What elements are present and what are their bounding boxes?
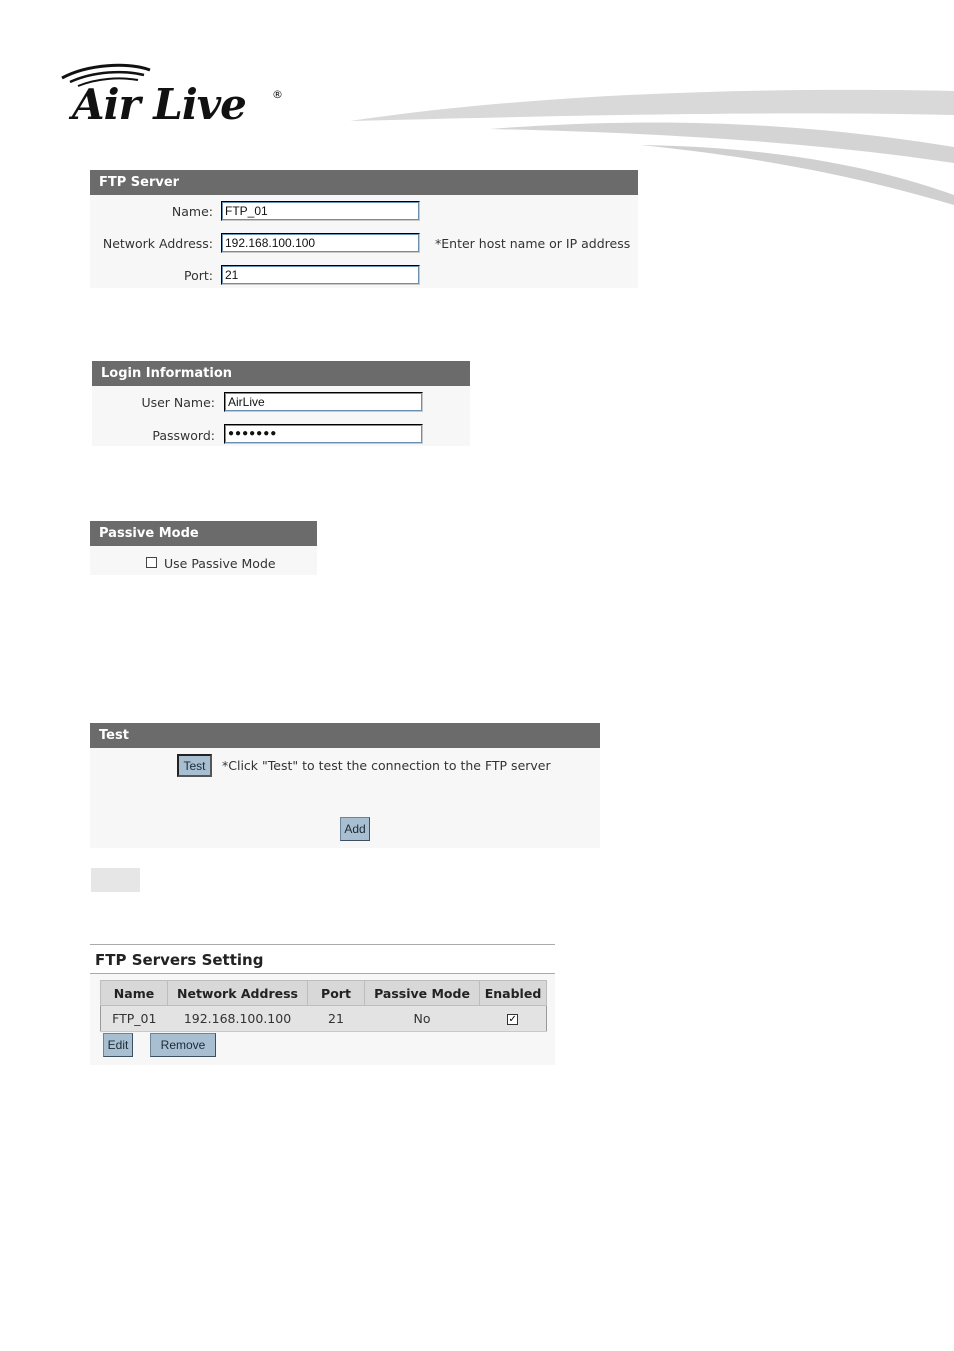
remove-button[interactable]: Remove (150, 1033, 216, 1057)
passive-mode-title: Passive Mode (90, 521, 317, 546)
network-address-hint: *Enter host name or IP address (435, 236, 631, 251)
ftp-server-panel: FTP Server Name: FTP_01 Network Address:… (90, 170, 638, 288)
row-network-address: 192.168.100.100 (167, 1005, 308, 1032)
add-button[interactable]: Add (340, 817, 370, 841)
user-name-input[interactable]: AirLive (224, 392, 423, 412)
table-row[interactable]: FTP_01 192.168.100.100 21 No ✓ (100, 1005, 547, 1032)
login-information-panel: Login Information User Name: AirLive Pas… (92, 361, 470, 446)
test-hint: *Click "Test" to test the connection to … (222, 758, 551, 773)
column-header-port: Port (307, 980, 365, 1006)
row-name: FTP_01 (100, 1005, 168, 1032)
row-passive-mode: No (364, 1005, 480, 1032)
table-header-row: Name Network Address Port Passive Mode E… (100, 980, 547, 1006)
ftp-server-title: FTP Server (90, 170, 638, 195)
registered-mark: ® (272, 88, 283, 101)
logo-text: Air Live (72, 80, 247, 129)
test-panel: Test Test *Click "Test" to test the conn… (90, 723, 600, 848)
login-information-title: Login Information (92, 361, 470, 386)
passive-mode-panel: Passive Mode Use Passive Mode (90, 521, 317, 575)
use-passive-mode-checkbox[interactable] (146, 557, 157, 568)
user-name-label: User Name: (141, 395, 215, 410)
edit-button[interactable]: Edit (103, 1033, 133, 1057)
test-title: Test (90, 723, 600, 748)
airlive-logo: Air Live ® (58, 62, 288, 132)
column-header-passive-mode: Passive Mode (364, 980, 480, 1006)
ftp-servers-table: Name Network Address Port Passive Mode E… (100, 980, 547, 1032)
row-port: 21 (307, 1005, 365, 1032)
port-label: Port: (184, 268, 213, 283)
name-input[interactable]: FTP_01 (221, 201, 420, 221)
network-address-input[interactable]: 192.168.100.100 (221, 233, 420, 253)
column-header-enabled: Enabled (479, 980, 547, 1006)
test-button[interactable]: Test (177, 754, 212, 777)
row-enabled-cell: ✓ (479, 1005, 547, 1032)
column-header-network-address: Network Address (167, 980, 308, 1006)
column-header-name: Name (100, 980, 168, 1006)
network-address-label: Network Address: (102, 236, 213, 251)
password-label: Password: (152, 428, 215, 443)
use-passive-mode-label: Use Passive Mode (164, 556, 276, 571)
port-input[interactable]: 21 (221, 265, 420, 285)
ftp-servers-setting-title: FTP Servers Setting (90, 945, 555, 974)
grey-placeholder-box (91, 868, 140, 892)
name-label: Name: (171, 204, 213, 219)
row-enabled-checkbox[interactable]: ✓ (507, 1014, 519, 1025)
password-input[interactable]: ●●●●●●● (224, 424, 423, 444)
